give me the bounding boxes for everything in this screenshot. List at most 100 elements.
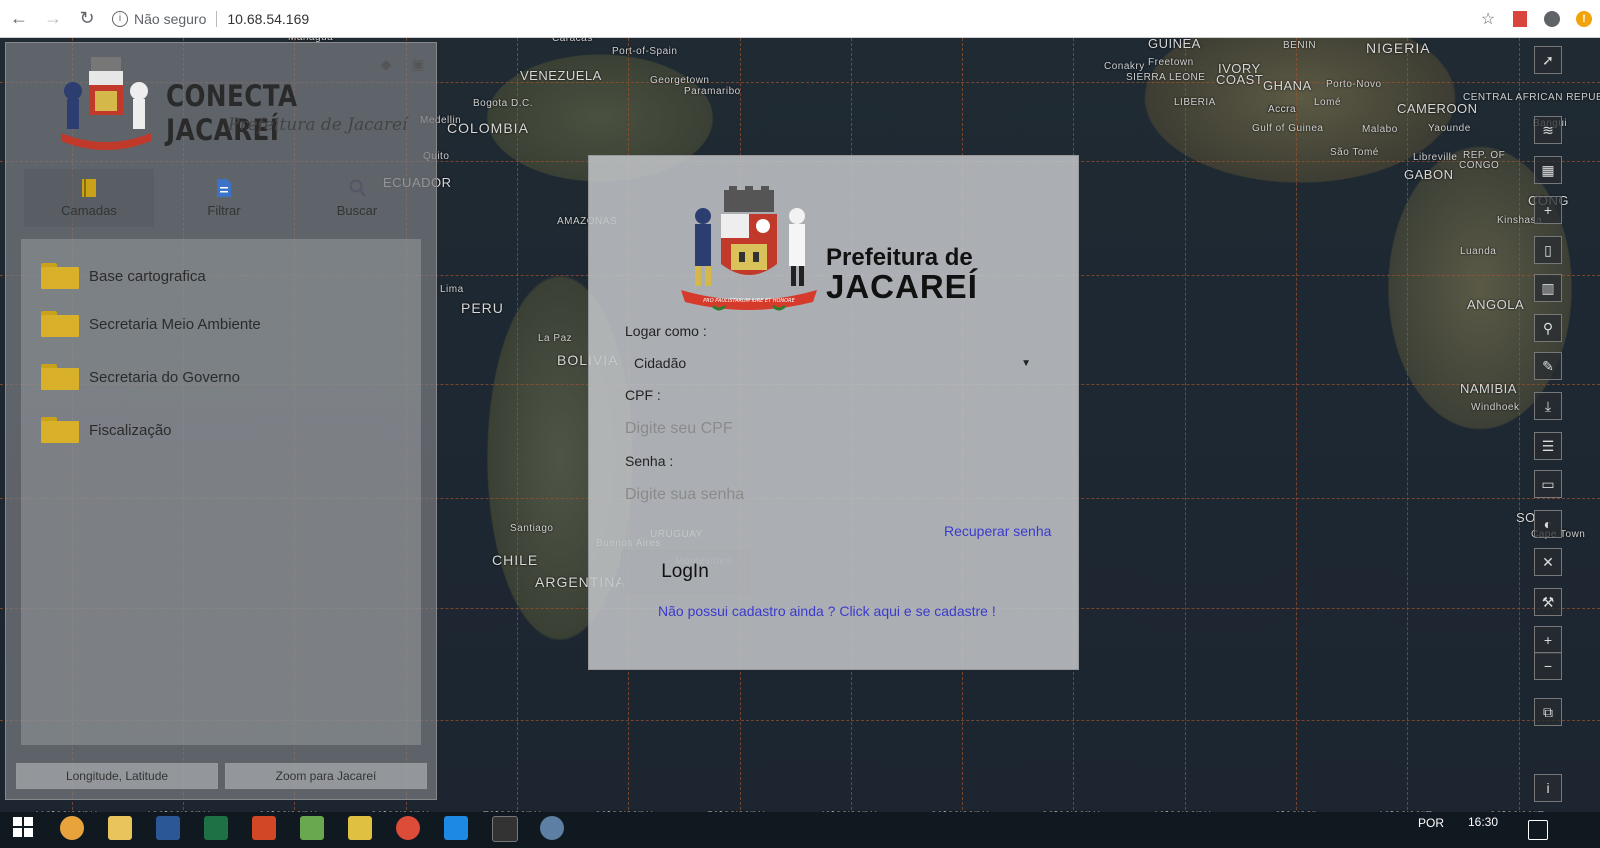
map-place-label: SO — [1516, 510, 1536, 525]
pointer-icon[interactable]: ➚ — [1534, 46, 1562, 74]
layer-tree: Base cartografica Secretaria Meio Ambien… — [21, 239, 421, 745]
panel-header: CONECTA JACAREÍ Prefeitura de Jacareí ◆ … — [6, 43, 436, 163]
cpf-label: CPF : — [625, 387, 661, 403]
update-alert-icon[interactable]: ! — [1568, 3, 1600, 35]
recover-password-link[interactable]: Recuperar senha — [944, 523, 1051, 539]
map-place-label: GUINEA — [1148, 38, 1201, 51]
document-icon — [217, 179, 231, 197]
graticule-line — [1185, 38, 1186, 810]
crosshair-icon[interactable]: + — [1534, 196, 1562, 224]
login-button[interactable]: LogIn — [621, 550, 749, 594]
account-icon[interactable] — [1536, 3, 1568, 35]
layers-icon[interactable]: ≋ — [1534, 116, 1562, 144]
tab-label: Camadas — [61, 203, 117, 218]
book-icon — [82, 179, 96, 197]
tree-folder-base-cartografica[interactable]: Base cartografica — [41, 261, 206, 291]
map-image-icon[interactable]: ▦ — [1534, 156, 1562, 184]
zoom-in-icon[interactable]: + — [1534, 626, 1562, 654]
reload-icon[interactable]: ↻ — [72, 4, 102, 34]
tab-buscar[interactable]: Buscar — [292, 169, 422, 227]
zoom-jacarei-button[interactable]: Zoom para Jacareí — [225, 763, 427, 789]
map-place-label: COLOMBIA — [447, 120, 529, 136]
url-text[interactable]: 10.68.54.169 — [227, 11, 309, 27]
paint-tool-icon[interactable] — [300, 816, 324, 840]
windows-start-icon[interactable] — [12, 816, 36, 840]
folder-icon — [41, 417, 79, 443]
print-icon[interactable]: ▣ — [407, 53, 429, 75]
map-place-label: La Paz — [538, 333, 573, 344]
powerpoint-icon[interactable] — [252, 816, 276, 840]
chrome-icon[interactable] — [396, 816, 420, 840]
login-modal: PRO PAULISTARUM IURE ET HONORE Prefeitur… — [588, 155, 1079, 670]
map-place-label: Lomé — [1314, 97, 1342, 108]
pdf-extension-icon[interactable] — [1504, 3, 1536, 35]
security-label: Não seguro — [134, 10, 207, 27]
word-icon[interactable] — [156, 816, 180, 840]
map-place-label: PERU — [461, 300, 504, 316]
folder-icon — [41, 263, 79, 289]
signup-link[interactable]: Não possui cadastro ainda ? Click aqui e… — [658, 603, 996, 619]
map-place-label: Luanda — [1460, 246, 1497, 257]
zoom-search-icon[interactable]: ⚲ — [1534, 314, 1562, 342]
forward-icon[interactable]: → — [38, 4, 68, 34]
map-place-label: Santiago — [510, 523, 554, 534]
download-icon[interactable]: ⤓ — [1534, 392, 1562, 420]
bookmark-star-icon[interactable]: ☆ — [1472, 3, 1504, 35]
postgres-icon[interactable] — [540, 816, 564, 840]
map-place-label: Conakry — [1104, 61, 1145, 72]
role-select[interactable]: Cidadão ▼ — [625, 350, 1041, 376]
city-coat-of-arms-logo — [61, 57, 151, 150]
folder-label: Secretaria Meio Ambiente — [89, 315, 261, 333]
basemap-icon[interactable]: ⧉ — [1534, 698, 1562, 726]
role-select-value: Cidadão — [634, 355, 687, 371]
zoom-out-icon[interactable]: − — [1534, 652, 1562, 680]
coordinates-button[interactable]: Longitude, Latitude — [16, 763, 218, 789]
map-place-label: VENEZUELA — [520, 68, 602, 83]
map-place-label: ANGOLA — [1467, 297, 1525, 312]
login-title-line2: JACAREÍ — [826, 268, 978, 305]
map-place-label: NIGERIA — [1366, 40, 1431, 56]
notifications-icon[interactable] — [1528, 820, 1548, 840]
screen-icon[interactable]: ▭ — [1534, 470, 1562, 498]
tree-folder-fiscalizacao[interactable]: Fiscalização — [41, 415, 172, 445]
clock[interactable]: 16:30 — [1468, 815, 1498, 829]
tab-camadas[interactable]: Camadas — [24, 169, 154, 227]
folder-label: Base cartografica — [89, 267, 206, 285]
file-explorer-icon[interactable] — [108, 816, 132, 840]
tree-folder-governo[interactable]: Secretaria do Governo — [41, 362, 240, 392]
tree-folder-meio-ambiente[interactable]: Secretaria Meio Ambiente — [41, 309, 261, 339]
cpf-input[interactable]: Digite seu CPF — [625, 416, 1041, 442]
password-input[interactable]: Digite sua senha — [625, 482, 1041, 508]
database-icon[interactable] — [348, 816, 372, 840]
browser-toolbar: ← → ↻ i Não seguro 10.68.54.169 ☆ ! — [0, 0, 1600, 38]
measure-icon[interactable]: ☰ — [1534, 432, 1562, 460]
divider — [216, 10, 218, 27]
paint-bucket-icon[interactable]: ◆ — [375, 53, 397, 75]
info-icon[interactable]: i — [112, 10, 128, 27]
info-panel-icon[interactable]: i — [1534, 774, 1562, 802]
jacarei-coat-of-arms-emblem: PRO PAULISTARUM IURE ET HONORE — [681, 186, 817, 311]
tab-filtrar[interactable]: Filtrar — [159, 169, 289, 227]
edit-icon[interactable]: ✎ — [1534, 352, 1562, 380]
vscode-icon[interactable] — [444, 816, 468, 840]
address-bar[interactable]: i Não seguro 10.68.54.169 — [112, 10, 309, 27]
graticule-line — [517, 38, 518, 810]
map-place-label: Lima — [440, 284, 464, 295]
graticule-line — [1407, 38, 1408, 810]
map-place-label: Libreville — [1413, 152, 1458, 163]
folder-icon — [41, 311, 79, 337]
tools-icon[interactable]: ✕ — [1534, 548, 1562, 576]
map-place-label: COAST — [1216, 72, 1264, 87]
file-icon[interactable]: ▯ — [1534, 236, 1562, 264]
wrench-icon[interactable]: ⚒ — [1534, 588, 1562, 616]
tab-label: Buscar — [336, 203, 378, 218]
map-place-label: Freetown — [1148, 57, 1194, 68]
back-icon[interactable]: ← — [4, 4, 34, 34]
map-place-label: Malabo — [1362, 124, 1398, 135]
palette-icon[interactable]: ◐ — [1534, 510, 1562, 538]
language-indicator[interactable]: POR — [1418, 816, 1444, 830]
terminal-icon[interactable] — [492, 816, 518, 842]
excel-icon[interactable] — [204, 816, 228, 840]
chart-icon[interactable]: ▥ — [1534, 274, 1562, 302]
firefox-icon[interactable] — [60, 816, 84, 840]
